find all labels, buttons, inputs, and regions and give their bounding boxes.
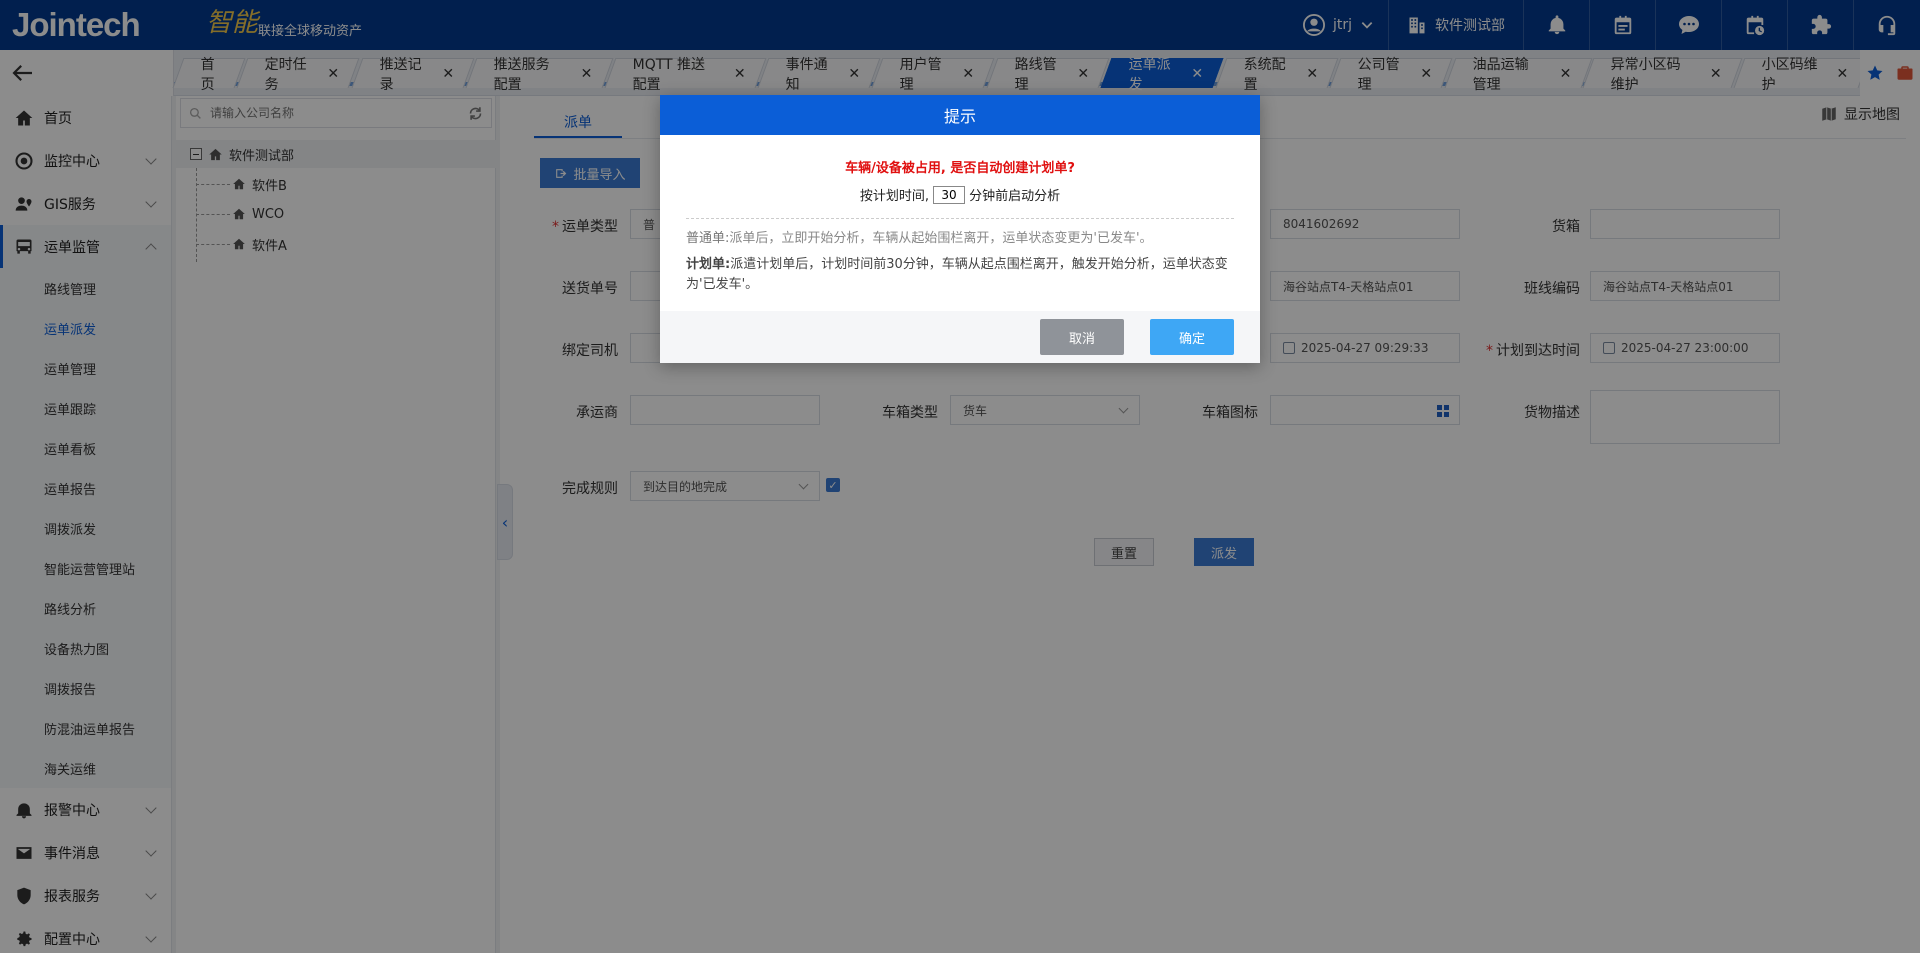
confirm-dialog: 提示 车辆/设备被占用, 是否自动创建计划单? 按计划时间, 分钟前启动分析 普… [660, 95, 1260, 363]
dialog-footer: 取消 确定 [660, 311, 1260, 363]
plan-order-desc: 计划单:派遣计划单后，计划时间前30分钟，车辆从起点围栏离开，触发开始分析，运单… [686, 257, 1228, 292]
plan-time-row: 按计划时间, 分钟前启动分析 [660, 185, 1260, 204]
cancel-button[interactable]: 取消 [1040, 319, 1124, 355]
occupied-warning: 车辆/设备被占用, 是否自动创建计划单? [845, 161, 1075, 176]
confirm-button[interactable]: 确定 [1150, 319, 1234, 355]
normal-order-desc: 普通单:派单后，立即开始分析，车辆从起始围栏离开，运单状态变更为'已发车'。 [686, 231, 1153, 246]
plan-minutes-input[interactable] [933, 185, 966, 204]
dialog-title: 提示 [660, 95, 1260, 135]
